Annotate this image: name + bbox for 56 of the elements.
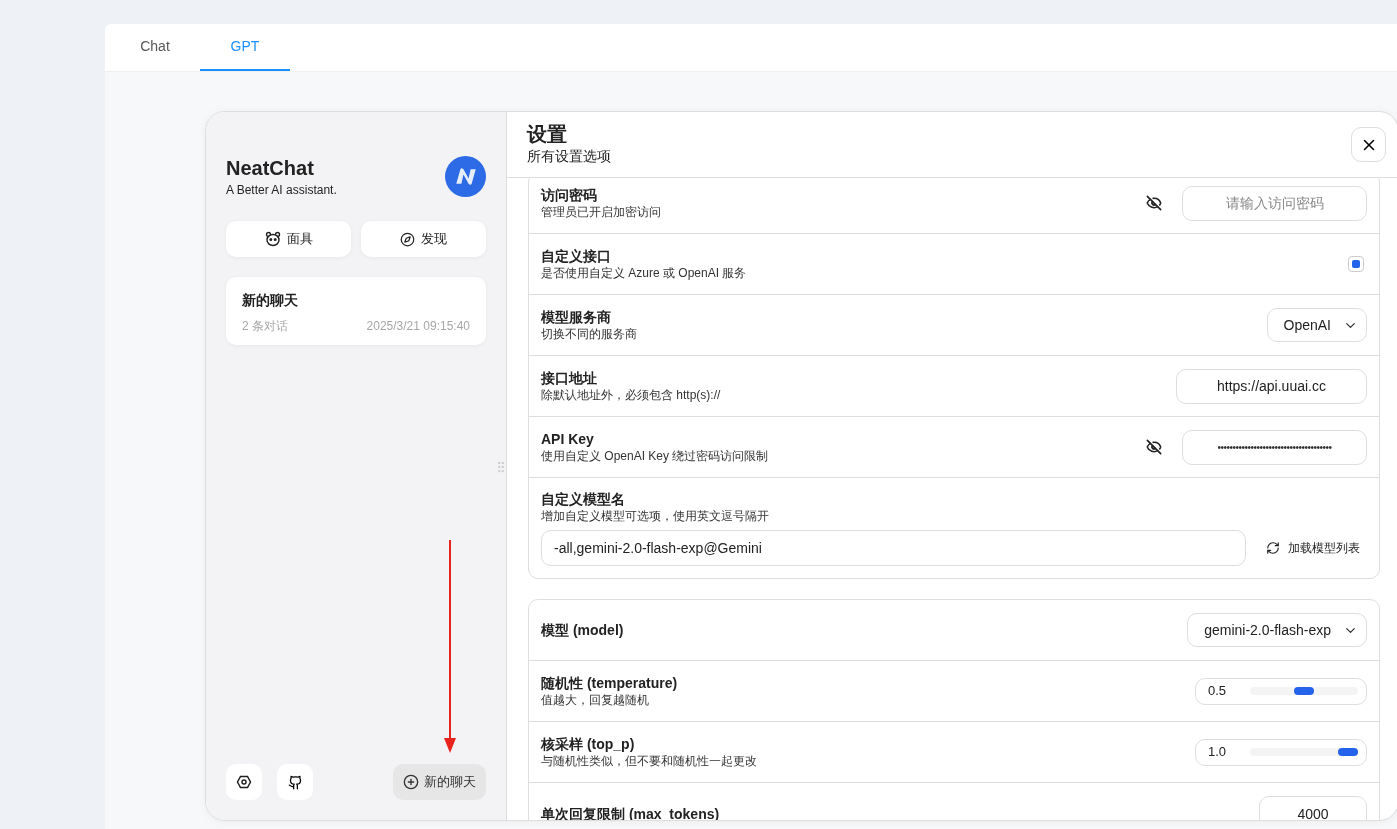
setting-description: 切换不同的服务商 <box>541 326 637 342</box>
bear-face-icon <box>264 231 281 247</box>
sidebar-button[interactable]: 发现 <box>361 221 486 257</box>
slider-track[interactable] <box>1250 748 1358 756</box>
chat-count: 2 条对话 <box>242 318 288 335</box>
setting-description: 是否使用自定义 Azure 或 OpenAI 服务 <box>541 265 747 281</box>
setting-label: 访问密码 <box>541 186 598 204</box>
select-dropdown[interactable]: gemini-2.0-flash-exp <box>1187 613 1367 647</box>
setting-label: 随机性 (temperature) <box>541 674 678 692</box>
github-button[interactable] <box>277 764 313 800</box>
setting-label: 接口地址 <box>541 369 598 387</box>
select-dropdown[interactable]: OpenAI <box>1266 308 1367 342</box>
close-button[interactable] <box>1351 127 1386 162</box>
setting-description: 值越大，回复越随机 <box>541 692 650 708</box>
sidebar-button[interactable]: 面具 <box>226 221 351 257</box>
chat-item[interactable]: 新的聊天 2 条对话 2025/3/21 09:15:40 <box>226 277 486 345</box>
hide-password-icon[interactable] <box>1146 195 1162 211</box>
slider-track[interactable] <box>1250 687 1358 695</box>
number-field[interactable]: 4000 <box>1259 796 1367 820</box>
setting-label: 模型服务商 <box>541 308 612 326</box>
slider-thumb[interactable] <box>1294 687 1314 695</box>
new-chat-button[interactable]: 新的聊天 <box>393 764 486 800</box>
github-icon <box>287 774 303 790</box>
logo-icon <box>445 156 486 197</box>
setting-label: API Key <box>541 430 595 448</box>
chat-title: 新的聊天 <box>242 291 299 310</box>
app-subtitle: A Better AI assistant. <box>226 182 337 199</box>
app-title: NeatChat <box>226 156 315 181</box>
setting-label: 模型 (model) <box>541 621 624 639</box>
slider-value: 0.5 <box>1208 682 1228 701</box>
chat-time: 2025/3/21 09:15:40 <box>366 318 470 335</box>
setting-description: 除默认地址外，必须包含 http(s):// <box>541 387 721 403</box>
settings-title: 设置 <box>527 122 568 146</box>
custom-models-field[interactable]: -all,gemini-2.0-flash-exp@Gemini <box>541 530 1246 566</box>
slider-value: 1.0 <box>1208 743 1228 762</box>
hide-password-icon[interactable] <box>1146 439 1162 455</box>
setting-description: 与随机性类似，但不要和随机性一起更改 <box>541 753 757 769</box>
setting-description: 使用自定义 OpenAI Key 绕过密码访问限制 <box>541 448 769 464</box>
settings-icon <box>236 774 252 790</box>
url-field[interactable]: https://api.uuai.cc <box>1176 368 1367 404</box>
setting-label: 核采样 (top_p) <box>541 735 636 753</box>
slider-thumb[interactable] <box>1338 748 1358 756</box>
setting-description: 管理员已开启加密访问 <box>541 204 661 220</box>
checkbox[interactable] <box>1348 256 1364 272</box>
password-field[interactable]: 请输入访问密码 <box>1182 185 1367 221</box>
load-models-button[interactable]: 加载模型列表 <box>1266 539 1360 557</box>
setting-label: 自定义模型名 <box>541 490 626 508</box>
settings-button[interactable] <box>226 764 262 800</box>
password-field[interactable]: •••••••••••••••••••••••••••••••••••••• <box>1182 429 1367 465</box>
compass-icon <box>400 231 415 247</box>
tab[interactable]: Chat <box>110 23 200 71</box>
setting-label: 自定义接口 <box>541 247 612 265</box>
refresh-icon <box>1266 541 1280 555</box>
setting-description: 增加自定义模型可选项，使用英文逗号隔开 <box>541 508 770 524</box>
settings-subtitle: 所有设置选项 <box>527 147 611 166</box>
plus-circle-icon <box>403 774 419 790</box>
